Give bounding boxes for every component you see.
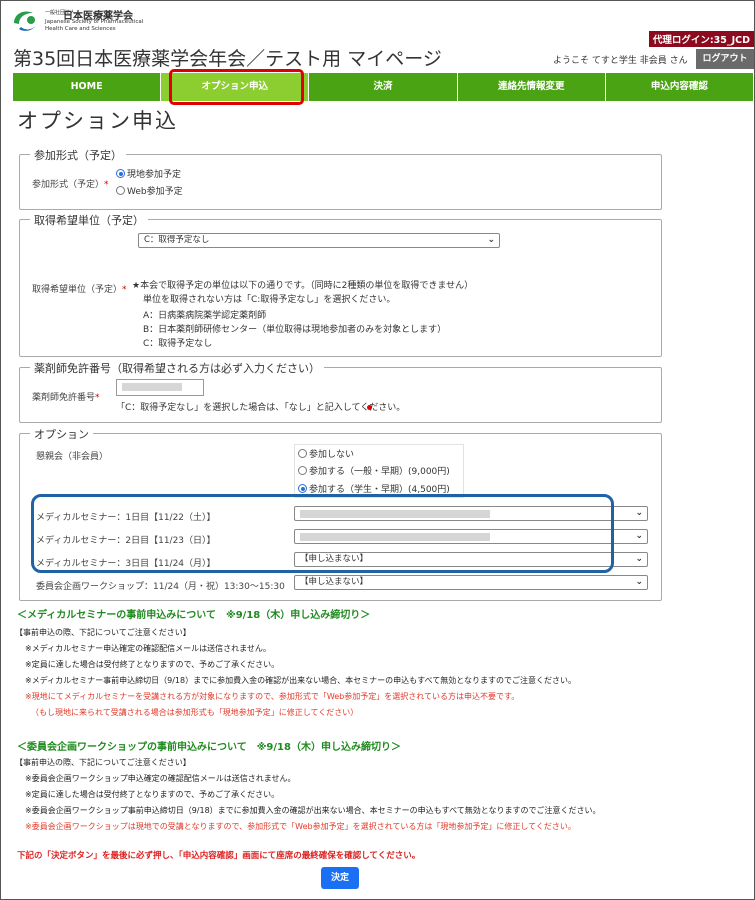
party-option-none[interactable]: 参加しない	[298, 447, 354, 460]
submit-button[interactable]: 決定	[321, 867, 359, 889]
workshop-notice-line: ※委員会企画ワークショップ申込確定の確認配信メールは送信されません。	[25, 774, 296, 783]
participation-label: 参加形式（予定）*	[32, 180, 109, 190]
license-legend: 薬剤師免許番号（取得希望される方は必ず入力ください）	[30, 360, 324, 376]
seminar-notice-line: 【事前申込の際、下記についてご注意ください】	[15, 628, 191, 637]
section-heading: オプション申込	[17, 109, 178, 133]
workshop-notice-line-red: ※委員会企画ワークショップは現地での受講となりますので、参加形式で「Web参加予…	[25, 822, 576, 831]
nav-contact-change[interactable]: 連絡先情報変更	[457, 73, 606, 101]
options-legend: オプション	[30, 426, 93, 442]
party-none-radio-icon[interactable]	[298, 449, 307, 458]
credits-select[interactable]: C：取得予定なし ⌄	[138, 233, 500, 248]
chevron-down-icon: ⌄	[635, 577, 643, 587]
workshop-label: 委員会企画ワークショップ：11/24（月・祝）13:30〜15:30	[36, 582, 285, 592]
seminar-notice-line: ※メディカルセミナー事前申込締切日（9/18）までに参加費入金の確認が出来ない場…	[25, 676, 576, 685]
credits-note-c: C：取得予定なし	[143, 339, 213, 349]
logo-english: Japanese Society of Pharmaceutical Healt…	[45, 19, 144, 32]
license-label: 薬剤師免許番号*	[32, 393, 100, 403]
nav-application-confirm[interactable]: 申込内容確認	[605, 73, 755, 101]
credits-note-1: ★本会で取得予定の単位は以下の通りです。（同時に2種類の単位を取得できません）	[132, 281, 474, 291]
main-nav: HOME オプション申込 決済 連絡先情報変更 申込内容確認	[13, 73, 755, 101]
credits-fieldset: 取得希望単位（予定） C：取得予定なし ⌄ 取得希望単位（予定）* ★本会で取得予…	[19, 212, 662, 357]
workshop-notice-heading: ＜委員会企画ワークショップの事前申込みについて ※9/18（木）申し込み締切り＞	[17, 742, 401, 753]
chevron-down-icon: ⌄	[487, 235, 495, 245]
party-label: 懇親会（非会員）	[36, 452, 109, 462]
workshop-select[interactable]: 【申し込まない】 ⌄	[294, 575, 648, 590]
proxy-login-badge: 代理ログイン:35_JCD	[648, 31, 754, 47]
seminar-notice-line: ※メディカルセミナー申込確定の確認配信メールは送信されません。	[25, 644, 271, 653]
seminar-notice-line: ※定員に達した場合は受付終了となりますので、予めご了承ください。	[25, 660, 280, 669]
chevron-down-icon: ⌄	[635, 508, 643, 518]
workshop-notice-line: ※委員会企画ワークショップ事前申込締切日（9/18）までに参加費入金の確認が出来…	[25, 806, 601, 815]
welcome-text: ようこそ てすと学生 非会員 さん	[553, 56, 688, 66]
header: 一般社団法人 日本医療薬学会 Japanese Society of Pharm…	[1, 1, 754, 73]
redacted-value	[122, 383, 182, 391]
participation-fieldset: 参加形式（予定） 参加形式（予定）* 現地参加予定 Web参加予定	[19, 147, 662, 210]
nav-highlight-annotation	[169, 69, 304, 105]
seminar-highlight-annotation	[31, 494, 614, 573]
radio-web[interactable]: Web参加予定	[116, 184, 183, 197]
license-note: 「C：取得予定なし」を選択した場合は、「なし」と記入してください。	[116, 403, 406, 413]
party-general-radio-icon[interactable]	[298, 466, 307, 475]
radio-web-icon[interactable]	[116, 186, 125, 195]
seminar-notice-heading: ＜メディカルセミナーの事前申込みについて ※9/18（木）申し込み締切り＞	[17, 610, 371, 621]
logo-mark-icon	[14, 11, 38, 31]
credits-legend: 取得希望単位（予定）	[30, 212, 148, 228]
seminar-notice-line-red: （もし現地に来られて受講される場合は参加形式も「現地参加予定」に修正してください…	[31, 708, 359, 717]
party-option-general[interactable]: 参加する（一般・早期）(9,000円)	[298, 464, 450, 477]
nav-payment[interactable]: 決済	[309, 73, 458, 101]
credits-note-a: A：日病薬病院薬学認定薬剤師	[143, 311, 267, 321]
final-instruction: 下記の「決定ボタン」を最後に必ず押し、「申込内容確認」画面にて座席の最終確保を確…	[17, 851, 421, 861]
society-logo[interactable]: 一般社団法人 日本医療薬学会 Japanese Society of Pharm…	[11, 7, 159, 37]
license-number-input[interactable]	[116, 379, 204, 396]
license-fieldset: 薬剤師免許番号（取得希望される方は必ず入力ください） 薬剤師免許番号* 「C：取…	[19, 360, 662, 423]
logout-button[interactable]: ログアウト	[696, 49, 754, 69]
seminar-notice-line-red: ※現地にてメディカルセミナーを受講される方が対象になりますので、参加形式で「We…	[25, 692, 520, 701]
party-student-radio-icon[interactable]	[298, 484, 307, 493]
credits-note-b: B：日本薬剤師研修センター（単位取得は現地参加者のみを対象とします）	[143, 325, 447, 335]
credits-note-2: 単位を取得されない方は「C:取得予定なし」を選択ください。	[143, 295, 396, 305]
radio-onsite[interactable]: 現地参加予定	[116, 167, 181, 180]
participation-legend: 参加形式（予定）	[30, 147, 126, 163]
chevron-down-icon: ⌄	[635, 554, 643, 564]
chevron-down-icon: ⌄	[635, 531, 643, 541]
credits-label: 取得希望単位（予定）*	[32, 285, 127, 295]
workshop-notice-line: 【事前申込の際、下記についてご注意ください】	[15, 758, 191, 767]
nav-home[interactable]: HOME	[13, 73, 162, 101]
radio-onsite-icon[interactable]	[116, 169, 125, 178]
workshop-notice-line: ※定員に達した場合は受付終了となりますので、予めご了承ください。	[25, 790, 280, 799]
annotation-dot	[367, 405, 372, 410]
page-title: 第35回日本医療薬学会年会／テスト用 マイページ	[13, 48, 442, 70]
